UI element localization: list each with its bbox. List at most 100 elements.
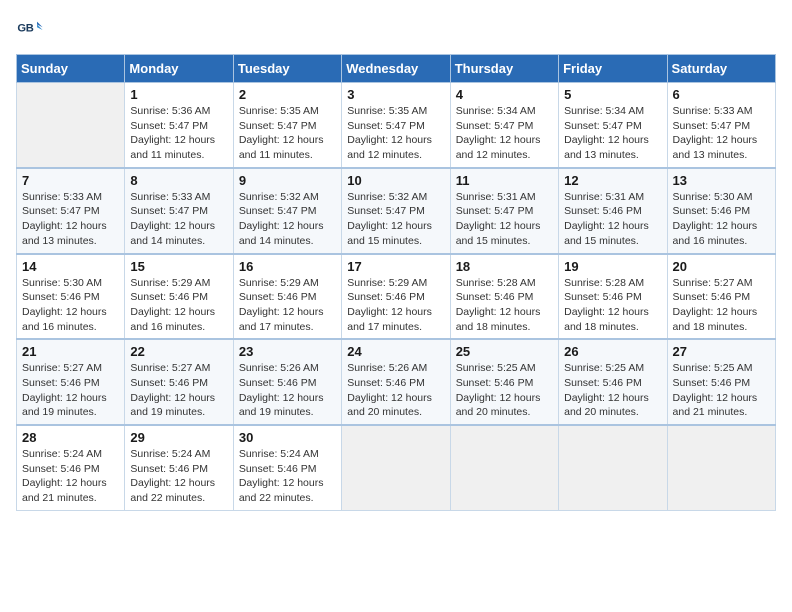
day-number: 25 [456, 344, 553, 359]
day-number: 28 [22, 430, 119, 445]
svg-text:G: G [17, 22, 26, 34]
day-number: 5 [564, 87, 661, 102]
day-number: 22 [130, 344, 227, 359]
calendar-cell: 27 Sunrise: 5:25 AMSunset: 5:46 PMDayligh… [667, 339, 775, 425]
weekday-header-sunday: Sunday [17, 55, 125, 83]
svg-text:B: B [26, 22, 34, 34]
calendar-cell: 24Sunrise: 5:26 AMSunset: 5:46 PMDayligh… [342, 339, 450, 425]
calendar-cell: 2 Sunrise: 5:35 AMSunset: 5:47 PMDaylight… [233, 83, 341, 168]
calendar-week-row: 21 Sunrise: 5:27 AMSunset: 5:46 PMDayligh… [17, 339, 776, 425]
calendar-cell: 17Sunrise: 5:29 AMSunset: 5:46 PMDayligh… [342, 254, 450, 340]
calendar-week-row: 28 Sunrise: 5:24 AMSunset: 5:46 PMDayligh… [17, 425, 776, 510]
day-info: Sunrise: 5:31 AMSunset: 5:47 PMDaylight:… [456, 190, 553, 249]
calendar-cell: 29 Sunrise: 5:24 AMSunset: 5:46 PMDayligh… [125, 425, 233, 510]
day-number: 14 [22, 259, 119, 274]
day-info: Sunrise: 5:29 AMSunset: 5:46 PMDaylight:… [239, 276, 336, 335]
day-info: Sunrise: 5:24 AMSunset: 5:46 PMDaylight:… [130, 447, 227, 506]
day-number: 4 [456, 87, 553, 102]
day-info: Sunrise: 5:27 AMSunset: 5:46 PMDaylight:… [673, 276, 770, 335]
calendar-cell: 1 Sunrise: 5:36 AMSunset: 5:47 PMDaylight… [125, 83, 233, 168]
calendar-cell [17, 83, 125, 168]
day-info: Sunrise: 5:31 AMSunset: 5:46 PMDaylight:… [564, 190, 661, 249]
day-info: Sunrise: 5:25 AMSunset: 5:46 PMDaylight:… [456, 361, 553, 420]
calendar-cell: 19Sunrise: 5:28 AMSunset: 5:46 PMDayligh… [559, 254, 667, 340]
day-info: Sunrise: 5:32 AMSunset: 5:47 PMDaylight:… [239, 190, 336, 249]
day-info: Sunrise: 5:27 AMSunset: 5:46 PMDaylight:… [22, 361, 119, 420]
day-info: Sunrise: 5:34 AMSunset: 5:47 PMDaylight:… [564, 104, 661, 163]
calendar-cell: 8Sunrise: 5:33 AMSunset: 5:47 PMDaylight… [125, 168, 233, 254]
weekday-header-monday: Monday [125, 55, 233, 83]
calendar-cell: 26 Sunrise: 5:25 AMSunset: 5:46 PMDayligh… [559, 339, 667, 425]
day-info: Sunrise: 5:32 AMSunset: 5:47 PMDaylight:… [347, 190, 444, 249]
calendar-cell: 28 Sunrise: 5:24 AMSunset: 5:46 PMDayligh… [17, 425, 125, 510]
calendar-cell: 6 Sunrise: 5:33 AMSunset: 5:47 PMDaylight… [667, 83, 775, 168]
calendar-cell: 21 Sunrise: 5:27 AMSunset: 5:46 PMDayligh… [17, 339, 125, 425]
calendar-week-row: 14 Sunrise: 5:30 AMSunset: 5:46 PMDayligh… [17, 254, 776, 340]
calendar-week-row: 7 Sunrise: 5:33 AMSunset: 5:47 PMDaylight… [17, 168, 776, 254]
day-number: 12 [564, 173, 661, 188]
day-info: Sunrise: 5:35 AMSunset: 5:47 PMDaylight:… [239, 104, 336, 163]
calendar-cell: 14 Sunrise: 5:30 AMSunset: 5:46 PMDayligh… [17, 254, 125, 340]
day-info: Sunrise: 5:33 AMSunset: 5:47 PMDaylight:… [130, 190, 227, 249]
day-info: Sunrise: 5:35 AMSunset: 5:47 PMDaylight:… [347, 104, 444, 163]
day-number: 18 [456, 259, 553, 274]
day-number: 20 [673, 259, 770, 274]
day-number: 16 [239, 259, 336, 274]
calendar-cell [559, 425, 667, 510]
calendar-cell: 10Sunrise: 5:32 AMSunset: 5:47 PMDayligh… [342, 168, 450, 254]
calendar-cell [450, 425, 558, 510]
calendar-cell: 4 Sunrise: 5:34 AMSunset: 5:47 PMDaylight… [450, 83, 558, 168]
weekday-header-saturday: Saturday [667, 55, 775, 83]
day-number: 29 [130, 430, 227, 445]
day-number: 26 [564, 344, 661, 359]
day-info: Sunrise: 5:27 AMSunset: 5:46 PMDaylight:… [130, 361, 227, 420]
day-number: 27 [673, 344, 770, 359]
calendar-cell: 3 Sunrise: 5:35 AMSunset: 5:47 PMDaylight… [342, 83, 450, 168]
day-info: Sunrise: 5:24 AMSunset: 5:46 PMDaylight:… [239, 447, 336, 506]
calendar-cell: 5 Sunrise: 5:34 AMSunset: 5:47 PMDaylight… [559, 83, 667, 168]
calendar-cell: 12 Sunrise: 5:31 AMSunset: 5:46 PMDayligh… [559, 168, 667, 254]
day-number: 9 [239, 173, 336, 188]
calendar-cell: 7 Sunrise: 5:33 AMSunset: 5:47 PMDaylight… [17, 168, 125, 254]
day-number: 11 [456, 173, 553, 188]
day-info: Sunrise: 5:26 AMSunset: 5:46 PMDaylight:… [239, 361, 336, 420]
day-info: Sunrise: 5:33 AMSunset: 5:47 PMDaylight:… [673, 104, 770, 163]
day-info: Sunrise: 5:24 AMSunset: 5:46 PMDaylight:… [22, 447, 119, 506]
day-info: Sunrise: 5:34 AMSunset: 5:47 PMDaylight:… [456, 104, 553, 163]
day-number: 23 [239, 344, 336, 359]
logo: G B [16, 16, 48, 44]
weekday-header-wednesday: Wednesday [342, 55, 450, 83]
calendar-cell: 15Sunrise: 5:29 AMSunset: 5:46 PMDayligh… [125, 254, 233, 340]
calendar-cell: 18 Sunrise: 5:28 AMSunset: 5:46 PMDayligh… [450, 254, 558, 340]
calendar-cell [342, 425, 450, 510]
day-number: 3 [347, 87, 444, 102]
day-number: 24 [347, 344, 444, 359]
day-info: Sunrise: 5:25 AMSunset: 5:46 PMDaylight:… [564, 361, 661, 420]
calendar-week-row: 1 Sunrise: 5:36 AMSunset: 5:47 PMDaylight… [17, 83, 776, 168]
day-number: 1 [130, 87, 227, 102]
day-number: 7 [22, 173, 119, 188]
day-number: 21 [22, 344, 119, 359]
day-number: 13 [673, 173, 770, 188]
calendar-cell [667, 425, 775, 510]
day-info: Sunrise: 5:33 AMSunset: 5:47 PMDaylight:… [22, 190, 119, 249]
weekday-header-tuesday: Tuesday [233, 55, 341, 83]
day-number: 2 [239, 87, 336, 102]
calendar-cell: 22 Sunrise: 5:27 AMSunset: 5:46 PMDayligh… [125, 339, 233, 425]
calendar-cell: 30 Sunrise: 5:24 AMSunset: 5:46 PMDayligh… [233, 425, 341, 510]
weekday-header-friday: Friday [559, 55, 667, 83]
day-info: Sunrise: 5:36 AMSunset: 5:47 PMDaylight:… [130, 104, 227, 163]
day-info: Sunrise: 5:30 AMSunset: 5:46 PMDaylight:… [673, 190, 770, 249]
calendar-cell: 16 Sunrise: 5:29 AMSunset: 5:46 PMDayligh… [233, 254, 341, 340]
page-header: G B [16, 16, 776, 44]
day-number: 30 [239, 430, 336, 445]
calendar-cell: 20 Sunrise: 5:27 AMSunset: 5:46 PMDayligh… [667, 254, 775, 340]
day-info: Sunrise: 5:28 AMSunset: 5:46 PMDaylight:… [456, 276, 553, 335]
day-info: Sunrise: 5:30 AMSunset: 5:46 PMDaylight:… [22, 276, 119, 335]
day-number: 6 [673, 87, 770, 102]
day-info: Sunrise: 5:28 AMSunset: 5:46 PMDaylight:… [564, 276, 661, 335]
day-info: Sunrise: 5:29 AMSunset: 5:46 PMDaylight:… [347, 276, 444, 335]
weekday-header-thursday: Thursday [450, 55, 558, 83]
day-info: Sunrise: 5:25 AMSunset: 5:46 PMDaylight:… [673, 361, 770, 420]
calendar-cell: 23 Sunrise: 5:26 AMSunset: 5:46 PMDayligh… [233, 339, 341, 425]
